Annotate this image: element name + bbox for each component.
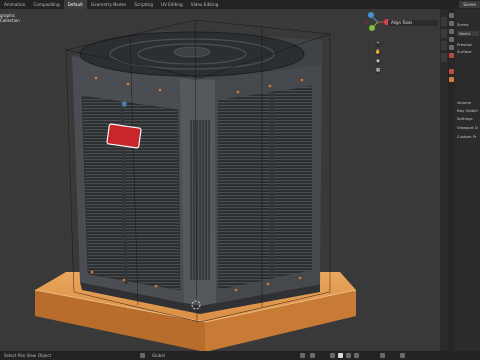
shading-wireframe-icon[interactable] xyxy=(330,353,335,358)
ortho-grid-icon[interactable]: ▦ xyxy=(375,68,381,74)
viewport-collection-line: Collection xyxy=(0,18,20,23)
svg-text:❄: ❄ xyxy=(121,100,128,109)
scene-selector[interactable]: Scene xyxy=(459,1,480,8)
view-layer-icon[interactable] xyxy=(449,37,454,42)
align-tools-panel-header[interactable]: Align Tools xyxy=(388,20,438,26)
tab-animation[interactable]: Animation xyxy=(0,0,29,9)
status-bar: Select Pan View Object Global xyxy=(0,351,480,360)
pan-hand-icon[interactable]: ✋ xyxy=(375,50,381,56)
sidebar-tab-view[interactable] xyxy=(441,41,447,50)
3d-viewport[interactable]: ❄ graphic Collection Align Tools + ✋ ◉ ▦ xyxy=(0,9,440,351)
modifier-props-icon[interactable] xyxy=(449,77,454,82)
sidebar-tab-item[interactable] xyxy=(441,17,447,26)
world-field: World xyxy=(459,31,470,36)
transform-orientation[interactable]: Global xyxy=(152,351,165,360)
tab-geometry-nodes[interactable]: Geometry Nodes xyxy=(87,0,130,9)
output-props-icon[interactable] xyxy=(449,29,454,34)
sidebar-tab-tool[interactable] xyxy=(441,29,447,38)
snap-icon[interactable] xyxy=(300,353,305,358)
status-pan-view: Pan View xyxy=(18,353,36,358)
proportional-edit-icon[interactable] xyxy=(310,353,315,358)
ray-visibility-section[interactable]: Ray Visibili xyxy=(457,108,478,113)
tab-video-editing[interactable]: Video Editing xyxy=(187,0,223,9)
render-props-icon[interactable] xyxy=(449,21,454,26)
scene-props-icon[interactable] xyxy=(449,45,454,50)
viewport-scene: ❄ xyxy=(0,9,440,351)
tab-compositing[interactable]: Compositing xyxy=(29,0,63,9)
object-props-icon[interactable] xyxy=(449,69,454,74)
shading-solid-icon[interactable] xyxy=(338,353,343,358)
camera-view-icon[interactable]: ◉ xyxy=(375,59,381,65)
orientation-icon[interactable] xyxy=(140,353,145,358)
status-object: Object xyxy=(38,353,52,358)
properties-tab-column xyxy=(448,9,455,351)
world-props-icon[interactable] xyxy=(449,53,454,58)
shading-rendered-icon[interactable] xyxy=(354,353,359,358)
properties-editor: Scene World Preview Surface Volume Ray V… xyxy=(448,9,480,351)
tab-scripting[interactable]: Scripting xyxy=(130,0,157,9)
settings-section[interactable]: Settings xyxy=(457,116,473,121)
custom-properties-section[interactable]: Custom Pr xyxy=(457,134,477,139)
tab-default[interactable]: Default xyxy=(63,0,87,9)
navigation-gizmo xyxy=(365,12,390,31)
scene-row: Scene xyxy=(457,22,469,27)
shading-material-icon[interactable] xyxy=(346,353,351,358)
gizmo-toggle-icon[interactable] xyxy=(400,353,405,358)
top-menu-bar: Animation Compositing Default Geometry N… xyxy=(0,0,480,9)
tab-uv-editing[interactable]: UV Editing xyxy=(157,0,187,9)
viewport-display-section[interactable]: Viewport D xyxy=(457,125,478,130)
overlay-icon[interactable] xyxy=(380,353,385,358)
zoom-icon[interactable]: + xyxy=(375,41,381,47)
preview-section[interactable]: Preview xyxy=(457,42,472,47)
tool-props-icon[interactable] xyxy=(449,13,454,18)
volume-section[interactable]: Volume xyxy=(457,100,471,105)
surface-section[interactable]: Surface xyxy=(457,49,471,54)
viewport-sidebar-tabs xyxy=(440,9,448,351)
sidebar-tab-edit[interactable] xyxy=(441,53,447,62)
status-select: Select xyxy=(4,353,17,358)
condenser-unit: ❄ xyxy=(65,19,331,323)
